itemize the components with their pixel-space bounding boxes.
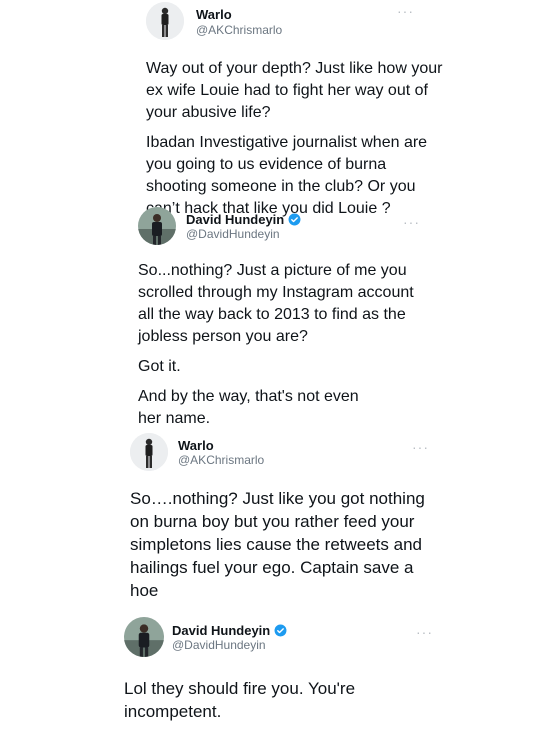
more-options-icon[interactable]: ··· [412,440,429,454]
verified-badge-icon [288,213,301,226]
person-photo-icon [130,433,168,471]
author-name[interactable]: Warlo [196,7,232,22]
author-name[interactable]: David Hundeyin [186,212,301,227]
person-photo-icon [146,2,184,40]
tweet-paragraph: So...nothing? Just a picture of me you s… [138,262,414,345]
author-name[interactable]: Warlo [178,438,214,453]
more-options-icon[interactable]: ··· [403,215,420,229]
tweet-text: So….nothing? Just like you got nothing o… [130,487,430,602]
verified-badge-icon [274,624,287,637]
avatar[interactable] [130,433,168,471]
avatar[interactable] [146,2,184,40]
more-options-icon[interactable]: ··· [416,625,433,639]
tweet-paragraph: Ibadan Investigative journalist when are… [146,134,428,217]
tweet-paragraph: And by the way, that's not even her name… [138,388,359,427]
person-photo-icon [124,617,164,657]
author-name-text: David Hundeyin [172,623,271,638]
avatar[interactable] [124,617,164,657]
author-handle[interactable]: @AKChrismarlo [196,23,282,37]
author-handle[interactable]: @DavidHundeyin [186,227,280,241]
tweet-paragraph: Lol they should fire you. You're incompe… [124,679,356,721]
tweet-text: Way out of your depth? Just like how you… [146,58,446,220]
tweet-text: So...nothing? Just a picture of me you s… [138,260,433,430]
more-options-icon[interactable]: ··· [397,4,414,18]
author-name-text: David Hundeyin [186,212,285,227]
person-photo-icon [138,207,176,245]
tweet-paragraph: Got it. [138,358,181,375]
tweet-paragraph: Way out of your depth? Just like how you… [146,60,443,121]
author-handle[interactable]: @AKChrismarlo [178,453,264,467]
tweet-paragraph: So….nothing? Just like you got nothing o… [130,489,425,600]
author-name[interactable]: David Hundeyin [172,623,287,638]
tweet-text: Lol they should fire you. You're incompe… [124,677,409,723]
avatar[interactable] [138,207,176,245]
author-handle[interactable]: @DavidHundeyin [172,638,266,652]
